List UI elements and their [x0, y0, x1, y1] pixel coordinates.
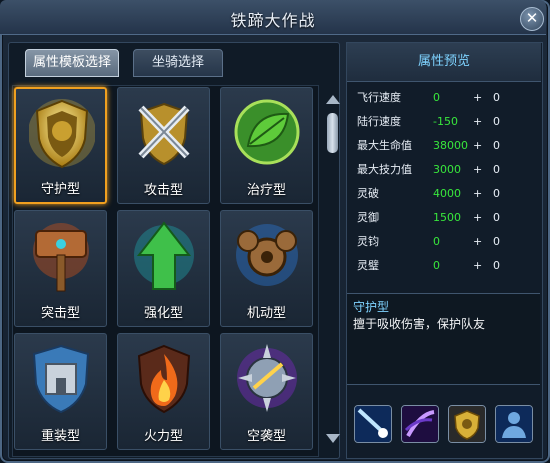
stat-plus: + — [473, 187, 483, 200]
flame-icon — [137, 344, 191, 414]
stat-bonus: 0 — [493, 163, 500, 176]
description-text: 擅于吸收伤害，保护队友 — [353, 317, 486, 331]
crossed-swords-icon — [138, 102, 190, 166]
stat-value: 3000 — [433, 163, 461, 176]
stat-plus: + — [473, 91, 483, 104]
skill-slot-3[interactable] — [448, 405, 486, 443]
template-card-healing[interactable]: 治疗型 — [220, 87, 313, 204]
stat-name: 灵御 — [357, 211, 379, 224]
stat-plus: + — [473, 211, 483, 224]
stat-bonus: 0 — [493, 91, 500, 104]
preview-title: 属性预览 — [347, 43, 541, 82]
stat-row-spirit-bi: 灵璧 0 + 0 — [355, 257, 535, 275]
description-title: 守护型 — [353, 300, 390, 314]
template-card-guardian[interactable]: 守护型 — [14, 87, 107, 204]
window-title: 铁蹄大作战 — [230, 11, 316, 30]
template-card-attack[interactable]: 攻击型 — [117, 87, 210, 204]
stat-name: 陆行速度 — [357, 115, 401, 128]
stat-bonus: 0 — [493, 139, 500, 152]
stat-value: 0 — [433, 91, 440, 104]
leaf-shield-icon — [234, 99, 300, 165]
stat-bonus: 0 — [493, 259, 500, 272]
template-label: 重装型 — [40, 429, 80, 444]
scroll-down-arrow-icon[interactable] — [326, 434, 340, 443]
stat-name: 最大生命值 — [357, 139, 412, 152]
guardian-shield-icon — [29, 99, 95, 169]
close-button[interactable]: ✕ — [520, 7, 544, 31]
skill-slot-2[interactable] — [401, 405, 439, 443]
stat-bonus: 0 — [493, 211, 500, 224]
template-card-airstrike[interactable]: 空袭型 — [220, 333, 313, 450]
template-card-assault[interactable]: 突击型 — [14, 210, 107, 327]
stat-name: 灵破 — [357, 187, 379, 200]
stat-name: 灵璧 — [357, 259, 379, 272]
template-card-enhance[interactable]: 强化型 — [117, 210, 210, 327]
scroll-up-arrow-icon[interactable] — [326, 95, 340, 104]
stat-row-max-energy: 最大技力值 3000 + 0 — [355, 161, 535, 179]
stat-name: 飞行速度 — [357, 91, 401, 104]
stat-value: 1500 — [433, 211, 461, 224]
template-label: 突击型 — [40, 306, 80, 321]
stat-value: -150 — [433, 115, 458, 128]
stat-value: 0 — [433, 259, 440, 272]
template-label: 火力型 — [143, 429, 183, 444]
stat-name: 灵钧 — [357, 235, 379, 248]
stat-plus: + — [473, 139, 483, 152]
fortress-shield-icon — [32, 344, 90, 414]
template-card-firepower[interactable]: 火力型 — [117, 333, 210, 450]
gears-icon — [236, 224, 298, 286]
stat-plus: + — [473, 115, 483, 128]
stat-name: 最大技力值 — [357, 163, 412, 176]
warhammer-icon — [33, 223, 89, 292]
template-label: 治疗型 — [246, 183, 286, 198]
stat-bonus: 0 — [493, 235, 500, 248]
stat-plus: + — [473, 235, 483, 248]
template-label: 强化型 — [143, 306, 183, 321]
skill-slot-1[interactable] — [354, 405, 392, 443]
spiked-orb-icon — [237, 344, 297, 412]
scroll-thumb[interactable] — [327, 113, 338, 153]
stat-plus: + — [473, 259, 483, 272]
template-label: 守护型 — [40, 182, 80, 197]
template-scrollbar[interactable] — [326, 95, 340, 443]
template-label: 机动型 — [246, 306, 286, 321]
tab-mount-select[interactable]: 坐骑选择 — [133, 49, 223, 77]
up-arrow-icon — [134, 221, 194, 290]
stat-row-max-hp: 最大生命值 38000 + 0 — [355, 137, 535, 155]
skill-slot-4[interactable] — [495, 405, 533, 443]
stat-bonus: 0 — [493, 187, 500, 200]
template-label: 空袭型 — [246, 429, 286, 444]
silhouette-icon — [496, 406, 532, 442]
gold-shield-icon — [449, 406, 485, 442]
comet-strike-icon — [355, 406, 391, 442]
stat-row-spirit-guard: 灵御 1500 + 0 — [355, 209, 535, 227]
stat-value: 0 — [433, 235, 440, 248]
stat-value: 4000 — [433, 187, 461, 200]
template-card-heavy[interactable]: 重装型 — [14, 333, 107, 450]
template-label: 攻击型 — [143, 183, 183, 198]
stat-plus: + — [473, 163, 483, 176]
tab-attribute-template[interactable]: 属性模板选择 — [25, 49, 119, 77]
template-card-mobile[interactable]: 机动型 — [220, 210, 313, 327]
stat-row-flight-speed: 飞行速度 0 + 0 — [355, 89, 535, 107]
stat-bonus: 0 — [493, 115, 500, 128]
stat-row-spirit-jun: 灵钧 0 + 0 — [355, 233, 535, 251]
stat-row-spirit-break: 灵破 4000 + 0 — [355, 185, 535, 203]
stat-value: 38000 — [433, 139, 468, 152]
purple-slash-icon — [402, 406, 438, 442]
stat-row-ground-speed: 陆行速度 -150 + 0 — [355, 113, 535, 131]
template-description: 守护型 擅于吸收伤害，保护队友 — [347, 293, 540, 385]
